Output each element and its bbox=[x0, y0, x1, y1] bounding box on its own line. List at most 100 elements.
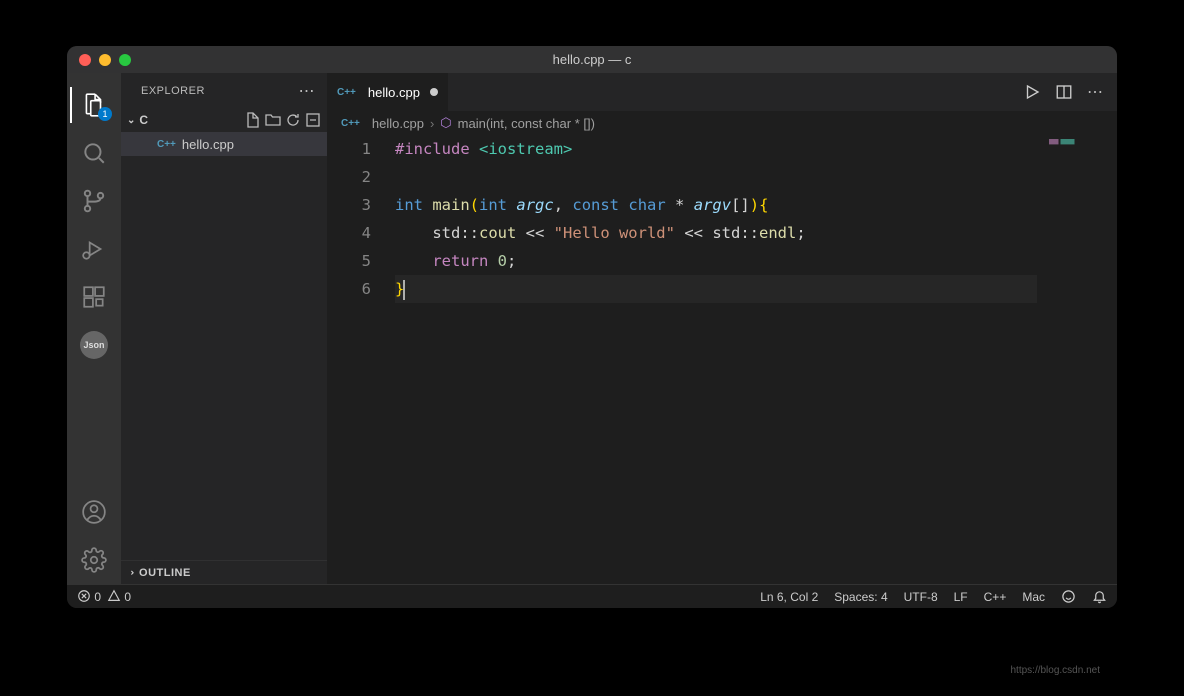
token: 0 bbox=[498, 252, 507, 270]
chevron-right-icon: ⌄ bbox=[126, 568, 137, 576]
indentation-status[interactable]: Spaces: 4 bbox=[834, 590, 887, 604]
token: argv bbox=[694, 196, 731, 214]
token: int bbox=[395, 196, 423, 214]
outline-section[interactable]: ⌄ OUTLINE bbox=[121, 560, 327, 584]
explorer-sidebar: EXPLORER ⋯ ⌄ C C++ hello.cpp ⌄ OU bbox=[121, 73, 327, 584]
line-number: 1 bbox=[327, 135, 371, 163]
bell-icon[interactable] bbox=[1092, 589, 1107, 604]
explorer-badge: 1 bbox=[98, 107, 112, 121]
split-editor-icon[interactable] bbox=[1055, 83, 1073, 101]
tab-bar: C++ hello.cpp ⋯ bbox=[327, 73, 1117, 111]
function-icon: ⬡ bbox=[440, 115, 451, 131]
token: const bbox=[572, 196, 619, 214]
token: <iostream> bbox=[479, 140, 572, 158]
encoding-status[interactable]: UTF-8 bbox=[904, 590, 938, 604]
folder-header[interactable]: ⌄ C bbox=[121, 108, 327, 132]
explorer-header: EXPLORER ⋯ bbox=[121, 73, 327, 108]
breadcrumb-file: hello.cpp bbox=[372, 116, 424, 131]
token: main bbox=[432, 196, 469, 214]
line-number-gutter: 1 2 3 4 5 6 bbox=[327, 135, 395, 584]
token: cout bbox=[479, 224, 516, 242]
token: std bbox=[432, 224, 460, 242]
dirty-indicator bbox=[430, 88, 438, 96]
breadcrumb[interactable]: C++ hello.cpp › ⬡ main(int, const char *… bbox=[327, 111, 1117, 135]
json-activity[interactable]: Json bbox=[70, 321, 118, 369]
close-window-button[interactable] bbox=[79, 54, 91, 66]
minimize-window-button[interactable] bbox=[99, 54, 111, 66]
error-icon bbox=[77, 589, 91, 603]
account-icon bbox=[81, 499, 107, 525]
token: endl bbox=[759, 224, 796, 242]
branch-icon bbox=[81, 188, 107, 214]
titlebar: hello.cpp — c bbox=[67, 46, 1117, 73]
token: int bbox=[479, 196, 507, 214]
line-number: 2 bbox=[327, 163, 371, 191]
error-count: 0 bbox=[94, 590, 101, 604]
warnings-status[interactable]: 0 bbox=[107, 589, 131, 604]
text-cursor bbox=[403, 280, 405, 300]
maximize-window-button[interactable] bbox=[119, 54, 131, 66]
window-title: hello.cpp — c bbox=[553, 52, 632, 67]
explorer-title: EXPLORER bbox=[141, 85, 205, 97]
folder-actions bbox=[245, 112, 321, 128]
token: #include bbox=[395, 140, 470, 158]
file-name: hello.cpp bbox=[182, 137, 234, 152]
line-number: 3 bbox=[327, 191, 371, 219]
feedback-icon[interactable] bbox=[1061, 589, 1076, 604]
extensions-activity[interactable] bbox=[70, 273, 118, 321]
new-folder-icon[interactable] bbox=[265, 112, 281, 128]
outline-title: OUTLINE bbox=[139, 567, 191, 579]
explorer-activity[interactable]: 1 bbox=[70, 81, 118, 129]
settings-activity[interactable] bbox=[70, 536, 118, 584]
language-status[interactable]: C++ bbox=[984, 590, 1007, 604]
token: "Hello world" bbox=[554, 224, 675, 242]
os-status[interactable]: Mac bbox=[1022, 590, 1045, 604]
line-number: 4 bbox=[327, 219, 371, 247]
debug-icon bbox=[81, 236, 107, 262]
chevron-down-icon: ⌄ bbox=[127, 115, 135, 126]
warning-icon bbox=[107, 589, 121, 603]
collapse-icon[interactable] bbox=[305, 112, 321, 128]
cursor-position[interactable]: Ln 6, Col 2 bbox=[760, 590, 818, 604]
minimap-preview bbox=[1049, 139, 1113, 144]
eol-status[interactable]: LF bbox=[954, 590, 968, 604]
extensions-icon bbox=[81, 284, 107, 310]
warning-count: 0 bbox=[124, 590, 131, 604]
accounts-activity[interactable] bbox=[70, 488, 118, 536]
status-bar: 0 0 Ln 6, Col 2 Spaces: 4 UTF-8 LF C++ M… bbox=[67, 584, 1117, 608]
json-icon: Json bbox=[80, 331, 108, 359]
run-debug-activity[interactable] bbox=[70, 225, 118, 273]
refresh-icon[interactable] bbox=[285, 112, 301, 128]
token: return bbox=[432, 252, 488, 270]
token: char bbox=[628, 196, 665, 214]
explorer-more-button[interactable]: ⋯ bbox=[299, 81, 316, 101]
line-number: 6 bbox=[327, 275, 371, 303]
breadcrumb-separator: › bbox=[430, 116, 434, 131]
traffic-lights bbox=[67, 54, 131, 66]
folder-name: C bbox=[139, 113, 148, 127]
code-content: #include <iostream> int main(int argc, c… bbox=[395, 135, 1037, 584]
token: * bbox=[675, 196, 684, 214]
breadcrumb-symbol: main(int, const char * []) bbox=[458, 116, 595, 131]
gear-icon bbox=[81, 547, 107, 573]
tab-label: hello.cpp bbox=[368, 85, 420, 100]
source-control-activity[interactable] bbox=[70, 177, 118, 225]
code-editor[interactable]: 1 2 3 4 5 6 #include <iostream> int main… bbox=[327, 135, 1117, 584]
minimap[interactable] bbox=[1037, 135, 1117, 584]
line-number: 5 bbox=[327, 247, 371, 275]
editor-more-button[interactable]: ⋯ bbox=[1087, 82, 1103, 102]
activity-bar: 1 Json bbox=[67, 73, 121, 584]
run-icon[interactable] bbox=[1023, 83, 1041, 101]
search-activity[interactable] bbox=[70, 129, 118, 177]
cpp-file-icon: C++ bbox=[341, 118, 360, 129]
editor-area: C++ hello.cpp ⋯ C++ hello.cpp › ⬡ main(i… bbox=[327, 73, 1117, 584]
cpp-file-icon: C++ bbox=[337, 87, 356, 98]
new-file-icon[interactable] bbox=[245, 112, 261, 128]
token: argc bbox=[516, 196, 553, 214]
cpp-file-icon: C++ bbox=[157, 139, 176, 150]
token: [] bbox=[731, 196, 750, 214]
search-icon bbox=[81, 140, 107, 166]
errors-status[interactable]: 0 bbox=[77, 589, 101, 604]
tab-hello-cpp[interactable]: C++ hello.cpp bbox=[327, 73, 449, 111]
file-item-hello-cpp[interactable]: C++ hello.cpp bbox=[121, 132, 327, 156]
